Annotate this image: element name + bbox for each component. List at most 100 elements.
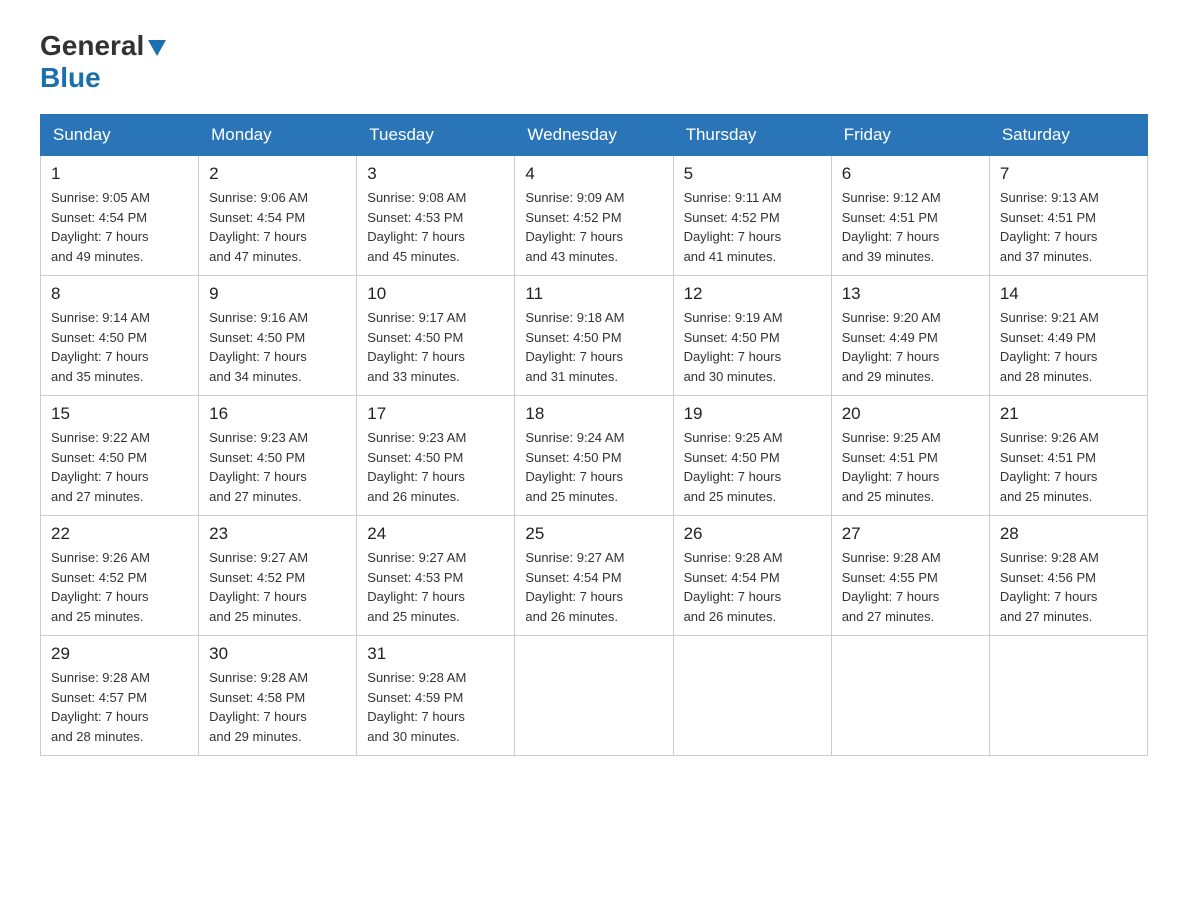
header-tuesday: Tuesday [357, 115, 515, 156]
logo-general-text: General [40, 30, 144, 62]
week-row-3: 15 Sunrise: 9:22 AM Sunset: 4:50 PM Dayl… [41, 396, 1148, 516]
logo-triangle-icon [146, 36, 168, 58]
day-number: 8 [51, 284, 188, 304]
day-info: Sunrise: 9:25 AM Sunset: 4:50 PM Dayligh… [684, 428, 821, 506]
header-monday: Monday [199, 115, 357, 156]
day-info: Sunrise: 9:23 AM Sunset: 4:50 PM Dayligh… [209, 428, 346, 506]
calendar-cell: 13 Sunrise: 9:20 AM Sunset: 4:49 PM Dayl… [831, 276, 989, 396]
day-info: Sunrise: 9:05 AM Sunset: 4:54 PM Dayligh… [51, 188, 188, 266]
calendar-cell: 5 Sunrise: 9:11 AM Sunset: 4:52 PM Dayli… [673, 156, 831, 276]
day-info: Sunrise: 9:17 AM Sunset: 4:50 PM Dayligh… [367, 308, 504, 386]
day-info: Sunrise: 9:23 AM Sunset: 4:50 PM Dayligh… [367, 428, 504, 506]
day-number: 11 [525, 284, 662, 304]
day-number: 24 [367, 524, 504, 544]
header-wednesday: Wednesday [515, 115, 673, 156]
calendar-cell: 26 Sunrise: 9:28 AM Sunset: 4:54 PM Dayl… [673, 516, 831, 636]
calendar-cell: 31 Sunrise: 9:28 AM Sunset: 4:59 PM Dayl… [357, 636, 515, 756]
day-number: 31 [367, 644, 504, 664]
day-number: 23 [209, 524, 346, 544]
day-number: 27 [842, 524, 979, 544]
calendar-cell: 20 Sunrise: 9:25 AM Sunset: 4:51 PM Dayl… [831, 396, 989, 516]
calendar-cell [515, 636, 673, 756]
page-header: General Blue [40, 30, 1148, 94]
day-number: 25 [525, 524, 662, 544]
calendar-cell: 7 Sunrise: 9:13 AM Sunset: 4:51 PM Dayli… [989, 156, 1147, 276]
day-number: 9 [209, 284, 346, 304]
calendar-cell: 1 Sunrise: 9:05 AM Sunset: 4:54 PM Dayli… [41, 156, 199, 276]
calendar-cell: 30 Sunrise: 9:28 AM Sunset: 4:58 PM Dayl… [199, 636, 357, 756]
calendar-cell: 28 Sunrise: 9:28 AM Sunset: 4:56 PM Dayl… [989, 516, 1147, 636]
day-info: Sunrise: 9:22 AM Sunset: 4:50 PM Dayligh… [51, 428, 188, 506]
day-info: Sunrise: 9:16 AM Sunset: 4:50 PM Dayligh… [209, 308, 346, 386]
calendar-cell: 25 Sunrise: 9:27 AM Sunset: 4:54 PM Dayl… [515, 516, 673, 636]
calendar-cell: 29 Sunrise: 9:28 AM Sunset: 4:57 PM Dayl… [41, 636, 199, 756]
calendar-cell: 8 Sunrise: 9:14 AM Sunset: 4:50 PM Dayli… [41, 276, 199, 396]
calendar-cell: 3 Sunrise: 9:08 AM Sunset: 4:53 PM Dayli… [357, 156, 515, 276]
calendar-cell: 6 Sunrise: 9:12 AM Sunset: 4:51 PM Dayli… [831, 156, 989, 276]
day-info: Sunrise: 9:27 AM Sunset: 4:52 PM Dayligh… [209, 548, 346, 626]
day-info: Sunrise: 9:20 AM Sunset: 4:49 PM Dayligh… [842, 308, 979, 386]
calendar-cell: 14 Sunrise: 9:21 AM Sunset: 4:49 PM Dayl… [989, 276, 1147, 396]
day-number: 1 [51, 164, 188, 184]
calendar-cell [989, 636, 1147, 756]
day-number: 5 [684, 164, 821, 184]
calendar-cell: 21 Sunrise: 9:26 AM Sunset: 4:51 PM Dayl… [989, 396, 1147, 516]
day-number: 7 [1000, 164, 1137, 184]
day-number: 28 [1000, 524, 1137, 544]
day-info: Sunrise: 9:08 AM Sunset: 4:53 PM Dayligh… [367, 188, 504, 266]
day-number: 13 [842, 284, 979, 304]
day-info: Sunrise: 9:14 AM Sunset: 4:50 PM Dayligh… [51, 308, 188, 386]
day-info: Sunrise: 9:28 AM Sunset: 4:56 PM Dayligh… [1000, 548, 1137, 626]
calendar-cell: 16 Sunrise: 9:23 AM Sunset: 4:50 PM Dayl… [199, 396, 357, 516]
calendar-cell: 12 Sunrise: 9:19 AM Sunset: 4:50 PM Dayl… [673, 276, 831, 396]
day-number: 18 [525, 404, 662, 424]
day-number: 16 [209, 404, 346, 424]
day-number: 21 [1000, 404, 1137, 424]
week-row-4: 22 Sunrise: 9:26 AM Sunset: 4:52 PM Dayl… [41, 516, 1148, 636]
logo: General Blue [40, 30, 168, 94]
calendar-cell: 17 Sunrise: 9:23 AM Sunset: 4:50 PM Dayl… [357, 396, 515, 516]
calendar-header-row: SundayMondayTuesdayWednesdayThursdayFrid… [41, 115, 1148, 156]
calendar-cell: 18 Sunrise: 9:24 AM Sunset: 4:50 PM Dayl… [515, 396, 673, 516]
day-info: Sunrise: 9:06 AM Sunset: 4:54 PM Dayligh… [209, 188, 346, 266]
day-number: 26 [684, 524, 821, 544]
header-thursday: Thursday [673, 115, 831, 156]
day-number: 22 [51, 524, 188, 544]
calendar-cell: 10 Sunrise: 9:17 AM Sunset: 4:50 PM Dayl… [357, 276, 515, 396]
day-number: 30 [209, 644, 346, 664]
calendar-cell: 4 Sunrise: 9:09 AM Sunset: 4:52 PM Dayli… [515, 156, 673, 276]
day-info: Sunrise: 9:11 AM Sunset: 4:52 PM Dayligh… [684, 188, 821, 266]
day-info: Sunrise: 9:12 AM Sunset: 4:51 PM Dayligh… [842, 188, 979, 266]
logo-blue-text: Blue [40, 62, 101, 93]
calendar-cell: 23 Sunrise: 9:27 AM Sunset: 4:52 PM Dayl… [199, 516, 357, 636]
day-info: Sunrise: 9:18 AM Sunset: 4:50 PM Dayligh… [525, 308, 662, 386]
week-row-1: 1 Sunrise: 9:05 AM Sunset: 4:54 PM Dayli… [41, 156, 1148, 276]
day-info: Sunrise: 9:26 AM Sunset: 4:51 PM Dayligh… [1000, 428, 1137, 506]
day-number: 20 [842, 404, 979, 424]
calendar-cell [831, 636, 989, 756]
day-number: 6 [842, 164, 979, 184]
day-info: Sunrise: 9:13 AM Sunset: 4:51 PM Dayligh… [1000, 188, 1137, 266]
day-info: Sunrise: 9:28 AM Sunset: 4:59 PM Dayligh… [367, 668, 504, 746]
calendar-table: SundayMondayTuesdayWednesdayThursdayFrid… [40, 114, 1148, 756]
day-number: 19 [684, 404, 821, 424]
day-number: 3 [367, 164, 504, 184]
calendar-cell: 11 Sunrise: 9:18 AM Sunset: 4:50 PM Dayl… [515, 276, 673, 396]
header-sunday: Sunday [41, 115, 199, 156]
day-info: Sunrise: 9:25 AM Sunset: 4:51 PM Dayligh… [842, 428, 979, 506]
day-info: Sunrise: 9:09 AM Sunset: 4:52 PM Dayligh… [525, 188, 662, 266]
day-info: Sunrise: 9:28 AM Sunset: 4:54 PM Dayligh… [684, 548, 821, 626]
day-number: 10 [367, 284, 504, 304]
day-info: Sunrise: 9:28 AM Sunset: 4:57 PM Dayligh… [51, 668, 188, 746]
day-number: 12 [684, 284, 821, 304]
day-number: 17 [367, 404, 504, 424]
calendar-cell [673, 636, 831, 756]
day-number: 2 [209, 164, 346, 184]
calendar-cell: 15 Sunrise: 9:22 AM Sunset: 4:50 PM Dayl… [41, 396, 199, 516]
day-info: Sunrise: 9:28 AM Sunset: 4:58 PM Dayligh… [209, 668, 346, 746]
week-row-5: 29 Sunrise: 9:28 AM Sunset: 4:57 PM Dayl… [41, 636, 1148, 756]
day-info: Sunrise: 9:27 AM Sunset: 4:53 PM Dayligh… [367, 548, 504, 626]
week-row-2: 8 Sunrise: 9:14 AM Sunset: 4:50 PM Dayli… [41, 276, 1148, 396]
header-saturday: Saturday [989, 115, 1147, 156]
day-info: Sunrise: 9:26 AM Sunset: 4:52 PM Dayligh… [51, 548, 188, 626]
